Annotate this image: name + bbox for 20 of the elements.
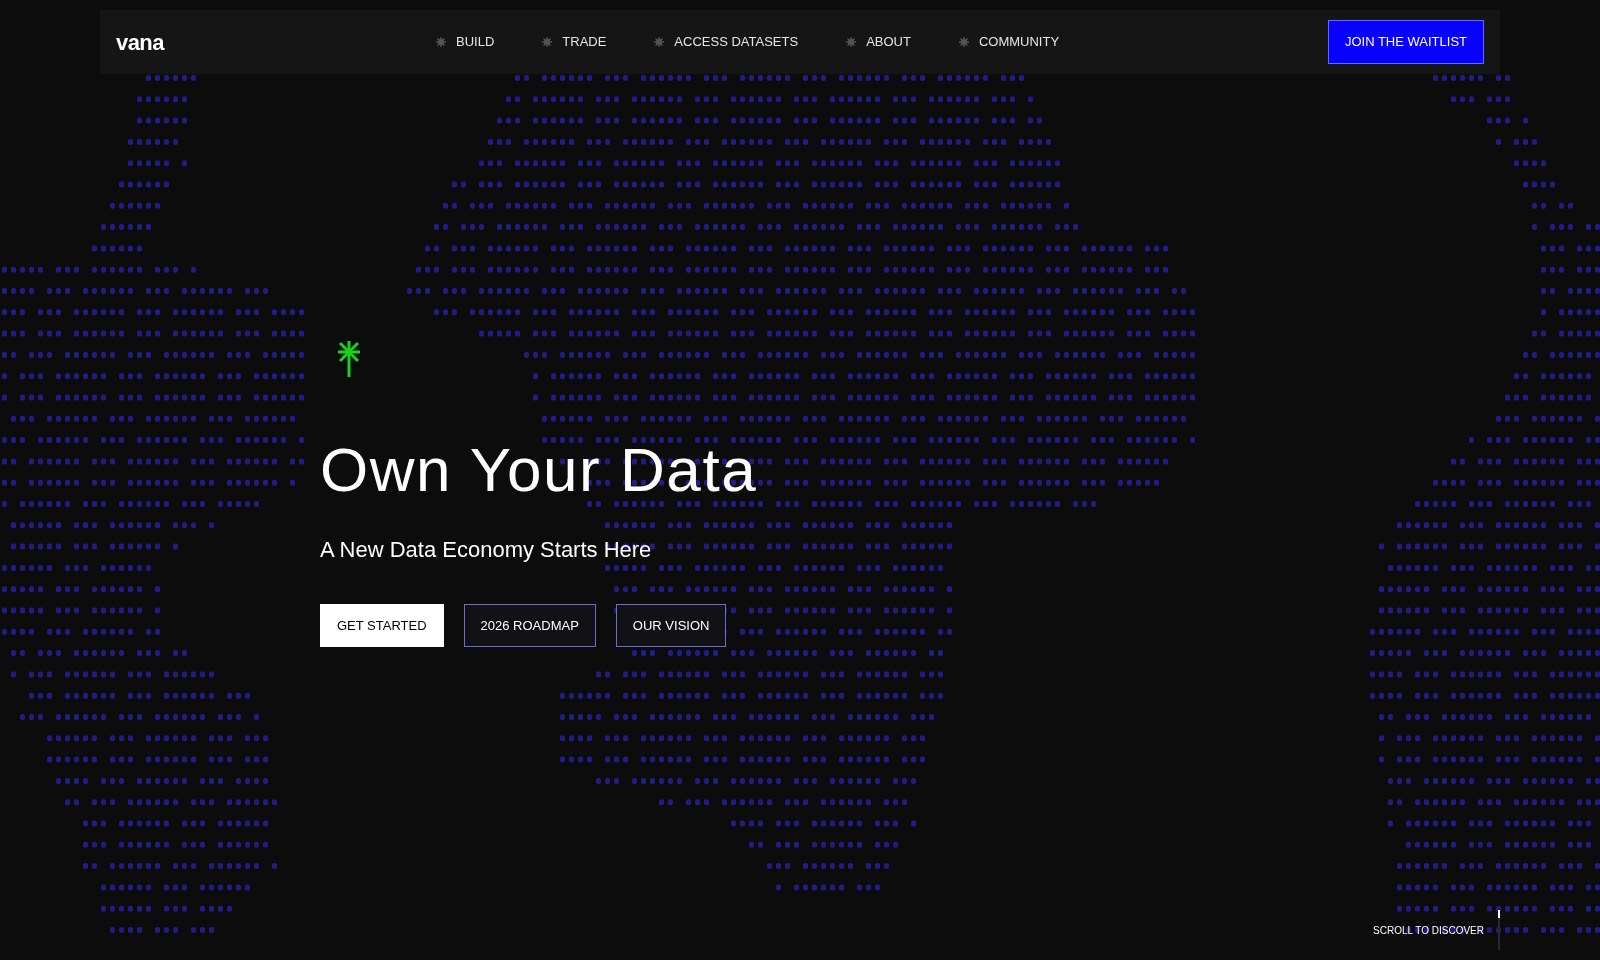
scroll-indicator [1498,910,1500,950]
scroll-hint: SCROLL TO DISCOVER [1373,924,1484,938]
join-waitlist-button[interactable]: JOIN THE WAITLIST [1327,20,1484,64]
logo[interactable]: vana [116,25,436,59]
gear-icon [542,37,553,47]
gear-icon [654,37,665,47]
gear-icon [958,37,969,47]
gear-icon [436,37,446,47]
hero-subtitle: A New Data Economy Starts Here [320,536,652,564]
outline-button[interactable]: OUR VISION [615,604,727,647]
gear-icon [846,37,857,47]
asterisk-icon [336,339,362,377]
nav-link[interactable]: BUILD [436,32,495,52]
nav-link[interactable]: COMMUNITY [958,32,1060,52]
nav-link[interactable]: ACCESS DATASETS [654,32,799,52]
get-started-button[interactable]: GET STARTED [320,604,444,647]
nav-link[interactable]: TRADE [542,32,607,52]
outline-button[interactable]: 2026 ROADMAP [463,604,596,647]
hero-title: Own Your Data [320,439,758,501]
nav-link[interactable]: ABOUT [846,32,911,52]
